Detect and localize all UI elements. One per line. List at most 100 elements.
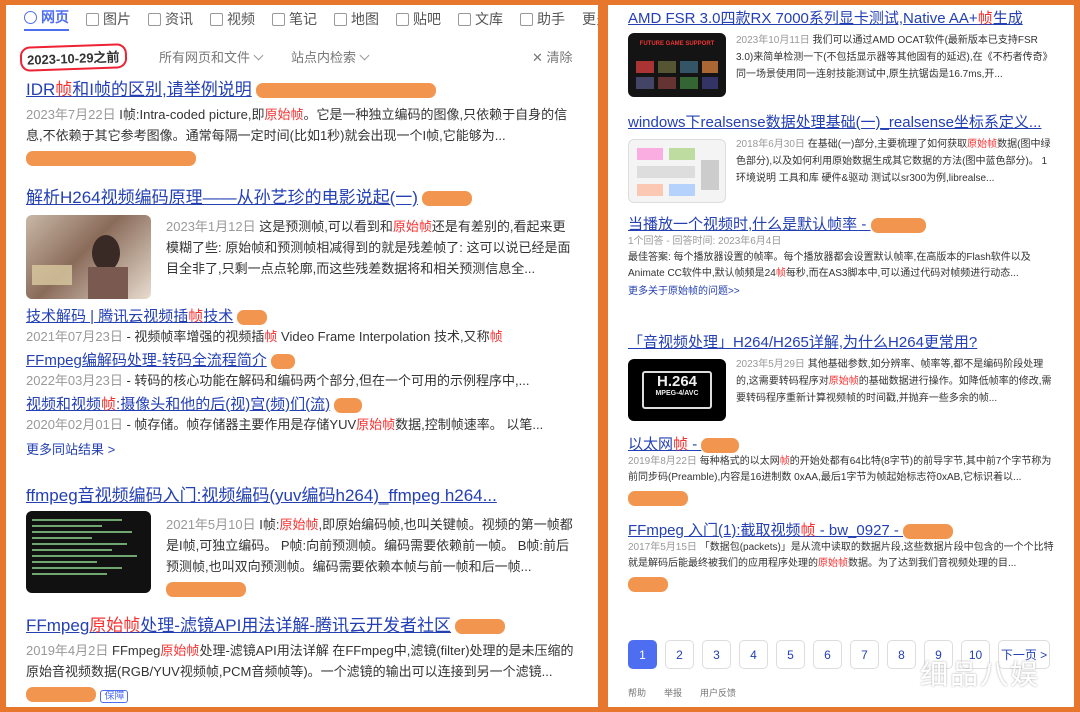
redaction-mark: [421, 191, 472, 207]
redaction-mark: [870, 217, 926, 233]
result-abstract: 2021年5月10日 I帧:原始帧,即原始编码帧,也叫关键帧。视频的第一帧都是I…: [166, 517, 573, 574]
page-5[interactable]: 5: [776, 640, 805, 669]
result-title[interactable]: AMD FSR 3.0四款RX 7000系列显卡测试,Native AA+帧生成: [628, 7, 1054, 28]
close-icon: ✕: [532, 50, 547, 65]
filter-bar: 2023-10-29之前 所有网页和文件 站点内检索 ✕ 清除: [6, 43, 598, 72]
more-site-results-link[interactable]: 更多同站结果 >: [26, 439, 578, 458]
result-abstract: 2020年02月01日 - 帧存储。帧存储器主要作用是存储YUV原始帧数据,控制…: [26, 417, 544, 432]
redaction-mark: [255, 83, 436, 99]
result-source: 保障: [26, 686, 578, 703]
tab-web[interactable]: 网页: [24, 7, 69, 31]
result-title[interactable]: 技术解码 | 腾讯云视频插帧技术: [26, 305, 578, 326]
search-result: 「音视频处理」H264/H265详解,为什么H264更常用? H.264 MPEG…: [608, 331, 1074, 421]
note-icon: [272, 12, 285, 26]
search-result: ffmpeg音视频编码入门:视频编码(yuv编码h264)_ffmpeg h26…: [6, 481, 598, 598]
clear-button[interactable]: ✕ 清除: [532, 47, 573, 66]
page-3[interactable]: 3: [702, 640, 731, 669]
scope-filter[interactable]: 所有网页和文件: [159, 47, 264, 66]
redaction-mark: [26, 687, 96, 703]
terminal-screenshot-icon: [32, 519, 137, 575]
result-source: [166, 581, 578, 598]
result-thumbnail[interactable]: [26, 511, 151, 593]
result-title[interactable]: 当播放一个视频时,什么是默认帧率 -: [628, 213, 1054, 234]
flowchart-icon: [637, 148, 719, 196]
result-abstract: 2023年7月22日 I帧:Intra-coded picture,即原始帧。它…: [26, 107, 568, 143]
redaction-mark: [903, 523, 954, 539]
result-title[interactable]: IDR帧和I帧的区别,请举例说明: [26, 75, 578, 100]
search-icon: [24, 10, 37, 24]
tab-wenku[interactable]: 文库: [458, 9, 503, 29]
result-abstract: 2021年07月23日 - 视频帧率增强的视频插帧 Video Frame In…: [26, 329, 503, 344]
search-result: 当播放一个视频时,什么是默认帧率 - 1个回答 - 回答时间: 2023年6月4…: [608, 213, 1074, 297]
result-title[interactable]: windows下realsense数据处理基础(一)_realsense坐标系定…: [628, 111, 1054, 132]
page-7[interactable]: 7: [850, 640, 879, 669]
result-thumbnail[interactable]: [26, 215, 151, 299]
site-filter[interactable]: 站点内检索: [291, 47, 370, 66]
result-abstract: 最佳答案: 每个播放器设置的帧率。每个播放器都会设置默认帧率,在高版本的Flas…: [628, 252, 1031, 279]
result-title[interactable]: FFmpeg编解码处理-转码全流程简介: [26, 349, 578, 370]
search-result: IDR帧和I帧的区别,请举例说明 2023年7月22日 I帧:Intra-cod…: [6, 75, 598, 167]
watermark: 细品八娱: [920, 659, 1041, 690]
date-filter[interactable]: 2023-10-29之前: [19, 43, 127, 72]
page-6[interactable]: 6: [813, 640, 842, 669]
left-results-panel: 网页 图片 资讯 视频 笔记 地图 贴吧 文库 助手 更多 2023-10-29…: [6, 5, 598, 707]
doc-icon: [458, 12, 471, 26]
result-title[interactable]: FFmpeg 入门(1):截取视频帧 - bw_0927 -: [628, 519, 1054, 540]
answer-meta: 1个回答 - 回答时间: 2023年6月4日: [628, 236, 782, 247]
redaction-mark: [237, 309, 268, 325]
page-8[interactable]: 8: [887, 640, 916, 669]
page-1[interactable]: 1: [628, 640, 657, 669]
video-icon: [210, 12, 223, 26]
guarantee-badge: 保障: [100, 690, 129, 703]
result-abstract: 2017年5月15日 「数据包(packets)」是从流中读取的数据片段,这些数…: [628, 542, 1054, 569]
feedback-link[interactable]: 用户反馈: [700, 686, 736, 699]
result-abstract: 2019年8月22日 每种格式的以太网帧的开始处都有64比特(8字节)的前导字节…: [628, 456, 1052, 483]
search-result: 以太网帧 - 2019年8月22日 每种格式的以太网帧的开始处都有64比特(8字…: [608, 433, 1074, 507]
page-4[interactable]: 4: [739, 640, 768, 669]
news-icon: [148, 12, 161, 26]
result-thumbnail[interactable]: H.264 MPEG-4/AVC: [628, 359, 726, 421]
result-thumbnail[interactable]: [628, 139, 726, 203]
result-abstract: 2023年1月12日 这是预测帧,可以看到和原始帧还是有差别的,看起来更模糊了些…: [166, 219, 571, 276]
tieba-icon: [396, 12, 409, 26]
more-questions-link[interactable]: 更多关于原始帧的问题>>: [628, 282, 1054, 297]
result-abstract: 2019年4月2日 FFmpeg原始帧处理-滤镜API用法详解 在FFmpeg中…: [26, 643, 574, 679]
result-title[interactable]: 以太网帧 -: [628, 433, 1054, 454]
tab-image[interactable]: 图片: [86, 9, 131, 29]
search-result: FFmpeg 入门(1):截取视频帧 - bw_0927 - 2017年5月15…: [608, 519, 1074, 593]
chevron-down-icon: [359, 50, 370, 61]
tab-news[interactable]: 资讯: [148, 9, 193, 29]
redaction-mark: [628, 577, 668, 593]
tab-more[interactable]: 更多: [582, 9, 598, 29]
result-title[interactable]: 解析H264视频编码原理——从孙艺珍的电影说起(一): [26, 183, 578, 208]
result-abstract: 2023年5月29日 其他基础参数,如分辨率、帧率等,都不是编码阶段处理的,这需…: [736, 359, 1052, 404]
page-2[interactable]: 2: [665, 640, 694, 669]
search-result: 解析H264视频编码原理——从孙艺珍的电影说起(一) 2023年1月12日 这是…: [6, 183, 598, 299]
tab-map[interactable]: 地图: [334, 9, 379, 29]
result-abstract: 2023年10月11日 我们可以通过AMD OCAT软件(最新版本已支持FSR …: [736, 35, 1053, 80]
result-thumbnail[interactable]: FUTURE GAME SUPPORT: [628, 33, 726, 97]
result-abstract: 2018年6月30日 在基础(一)部分,主要梳理了如何获取原始帧数据(图中绿色部…: [736, 139, 1051, 184]
redaction-mark: [455, 619, 506, 635]
result-title[interactable]: FFmpeg原始帧处理-滤镜API用法详解-腾讯云开发者社区: [26, 611, 578, 636]
result-title[interactable]: 「音视频处理」H264/H265详解,为什么H264更常用?: [628, 331, 1054, 352]
tab-tieba[interactable]: 贴吧: [396, 9, 441, 29]
result-title[interactable]: ffmpeg音视频编码入门:视频编码(yuv编码h264)_ffmpeg h26…: [26, 481, 578, 506]
tab-video[interactable]: 视频: [210, 9, 255, 29]
result-source: [628, 490, 1054, 507]
woman-photo-icon: [32, 235, 128, 299]
tab-note[interactable]: 笔记: [272, 9, 317, 29]
result-title[interactable]: 视频和视频帧:摄像头和他的后(视)宫(频)们(流): [26, 393, 578, 414]
redaction-mark: [166, 582, 246, 598]
redaction-mark: [701, 437, 740, 453]
footer-links: 帮助 举报 用户反馈: [628, 686, 736, 699]
chevron-down-icon: [253, 50, 264, 61]
result-source: [26, 150, 578, 167]
image-icon: [86, 12, 99, 26]
map-icon: [334, 12, 347, 26]
search-result: windows下realsense数据处理基础(一)_realsense坐标系定…: [608, 111, 1074, 203]
result-source: [628, 576, 1054, 593]
report-link[interactable]: 举报: [664, 686, 682, 699]
help-link[interactable]: 帮助: [628, 686, 646, 699]
tab-assistant[interactable]: 助手: [520, 9, 565, 29]
